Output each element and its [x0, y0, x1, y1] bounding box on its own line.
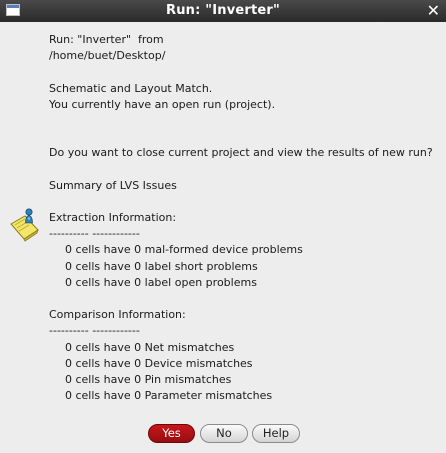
window-title: Run: "Inverter"	[165, 3, 281, 18]
extraction-title: Extraction Information:	[49, 211, 177, 225]
run-path-line: /home/buet/Desktop/	[49, 49, 166, 63]
run-dialog-window: Run: "Inverter" ✕ Run: "Inverter" from /…	[0, 0, 446, 453]
button-row: Yes No Help	[0, 424, 446, 446]
info-note-icon	[10, 208, 39, 242]
extraction-underline: ---------- ------------	[49, 227, 140, 241]
extraction-item: 0 cells have 0 mal-formed device problem…	[65, 243, 303, 257]
comparison-underline: ---------- ------------	[49, 324, 140, 338]
match-status-line: Schematic and Layout Match.	[49, 81, 213, 95]
extraction-item: 0 cells have 0 label short problems	[65, 259, 258, 273]
summary-title: Summary of LVS Issues	[49, 178, 177, 192]
comparison-item: 0 cells have 0 Parameter mismatches	[65, 389, 273, 403]
close-icon[interactable]: ✕	[427, 1, 440, 20]
open-run-line: You currently have an open run (project)…	[49, 97, 276, 111]
message-area: Run: "Inverter" from /home/buet/Desktop/…	[49, 32, 444, 404]
help-button[interactable]: Help	[252, 424, 300, 443]
comparison-item: 0 cells have 0 Net mismatches	[65, 340, 235, 354]
title-bar[interactable]: Run: "Inverter" ✕	[0, 0, 446, 22]
comparison-item: 0 cells have 0 Device mismatches	[65, 356, 253, 370]
no-button[interactable]: No	[200, 424, 248, 443]
extraction-item: 0 cells have 0 label open problems	[65, 275, 257, 289]
comparison-title: Comparison Information:	[49, 308, 186, 322]
comparison-item: 0 cells have 0 Pin mismatches	[65, 372, 232, 386]
run-name-line: Run: "Inverter" from	[49, 33, 164, 46]
yes-button[interactable]: Yes	[148, 424, 195, 443]
question-line: Do you want to close current project and…	[49, 146, 433, 160]
